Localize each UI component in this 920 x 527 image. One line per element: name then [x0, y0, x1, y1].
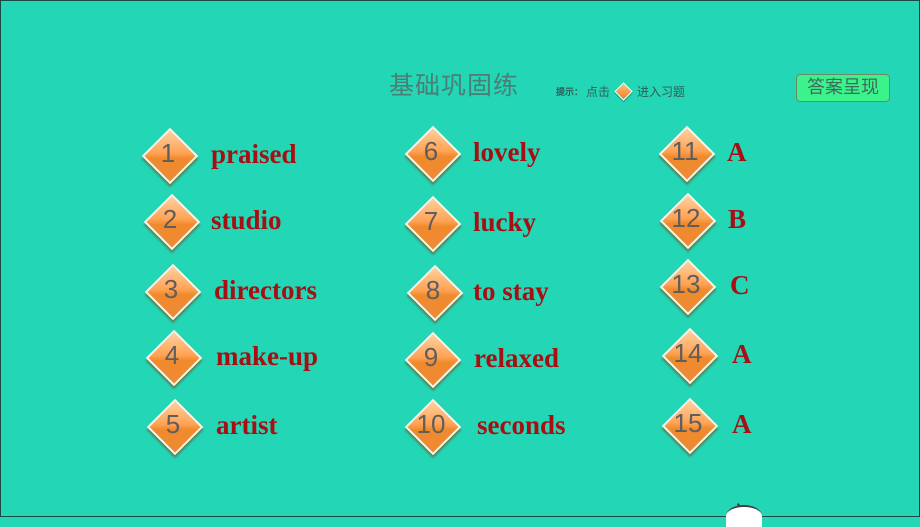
exercise-item[interactable]: 15 A — [660, 396, 752, 455]
exercise-number: 1 — [160, 138, 176, 168]
exercise-item[interactable]: 6 lovely — [403, 124, 541, 183]
answer-text: lovely — [473, 136, 541, 167]
exercise-number: 13 — [671, 269, 701, 299]
exercise-number: 3 — [163, 274, 179, 304]
exercise-number: 8 — [425, 275, 441, 305]
exercise-item[interactable]: 3 directors — [143, 262, 317, 321]
exercise-item[interactable]: 10 seconds — [403, 397, 566, 456]
answer-text: directors — [214, 274, 317, 305]
exercise-number: 15 — [673, 408, 703, 438]
answer-text: A — [732, 338, 752, 369]
show-answers-button[interactable]: 答案呈现 — [796, 74, 890, 102]
section-title: 基础巩固练 — [389, 71, 520, 100]
hint-click: 点击 — [586, 85, 611, 99]
answer-text: to stay — [473, 275, 549, 306]
answer-text: studio — [211, 204, 282, 235]
exercise-item[interactable]: 14 A — [660, 326, 752, 385]
hint-prefix: 提示： — [556, 88, 584, 98]
exercise-number: 7 — [423, 206, 439, 236]
exercise-item[interactable]: 2 studio — [142, 192, 282, 251]
exercise-number: 12 — [671, 203, 701, 233]
exercise-item[interactable]: 7 lucky — [403, 194, 537, 253]
exercise-number-button[interactable]: 10 — [403, 397, 462, 456]
exercise-item[interactable]: 4 make-up — [144, 328, 319, 387]
exercise-number-button[interactable]: 2 — [142, 192, 201, 251]
exercise-number: 2 — [162, 204, 178, 234]
answer-text: A — [727, 136, 747, 167]
exercise-number-button[interactable]: 6 — [403, 124, 462, 183]
exercise-number-button[interactable]: 14 — [660, 326, 719, 385]
exercise-number-button[interactable]: 9 — [403, 330, 462, 389]
exercise-number: 6 — [423, 136, 439, 166]
exercise-number: 10 — [416, 409, 446, 439]
exercise-number-button[interactable]: 7 — [403, 194, 462, 253]
answer-text: C — [730, 269, 750, 300]
answer-text: praised — [211, 138, 297, 169]
exercise-number: 11 — [671, 136, 699, 166]
exercise-number: 14 — [673, 338, 703, 368]
exercise-number-button[interactable]: 8 — [405, 263, 464, 322]
exercise-item[interactable]: 8 to stay — [405, 263, 549, 322]
exercise-number: 5 — [165, 409, 181, 439]
answer-text: lucky — [473, 206, 537, 237]
exercise-number-button[interactable]: 15 — [660, 396, 719, 455]
answer-text: make-up — [216, 340, 319, 371]
exercise-number-button[interactable]: 11 — [657, 124, 716, 183]
exercise-item[interactable]: 1 praised — [140, 126, 297, 185]
exercise-number-button[interactable]: 12 — [658, 191, 717, 250]
answer-text: relaxed — [474, 342, 559, 373]
answer-text: A — [732, 408, 752, 439]
diamond-icon — [614, 82, 633, 101]
answer-text: artist — [216, 409, 278, 440]
exercise-item[interactable]: 5 artist — [145, 397, 278, 456]
hint-text: 提示： 点击 进入习题 — [556, 82, 686, 101]
exercise-number-button[interactable]: 4 — [144, 328, 203, 387]
exercise-item[interactable]: 11 A — [657, 124, 747, 183]
exercise-item[interactable]: 13 C — [658, 257, 750, 316]
exercise-item[interactable]: 12 B — [658, 191, 747, 250]
exercise-number: 4 — [164, 340, 180, 370]
exercise-item[interactable]: 9 relaxed — [403, 330, 559, 389]
exercise-number: 9 — [423, 342, 439, 372]
exercise-number-button[interactable]: 5 — [145, 397, 204, 456]
exercise-number-button[interactable]: 3 — [143, 262, 202, 321]
exercise-number-button[interactable]: 1 — [140, 126, 199, 185]
exercise-number-button[interactable]: 13 — [658, 257, 717, 316]
hint-suffix: 进入习题 — [637, 85, 686, 99]
navigation-icon[interactable] — [726, 505, 762, 527]
answer-text: seconds — [477, 409, 566, 440]
answer-text: B — [728, 203, 747, 234]
